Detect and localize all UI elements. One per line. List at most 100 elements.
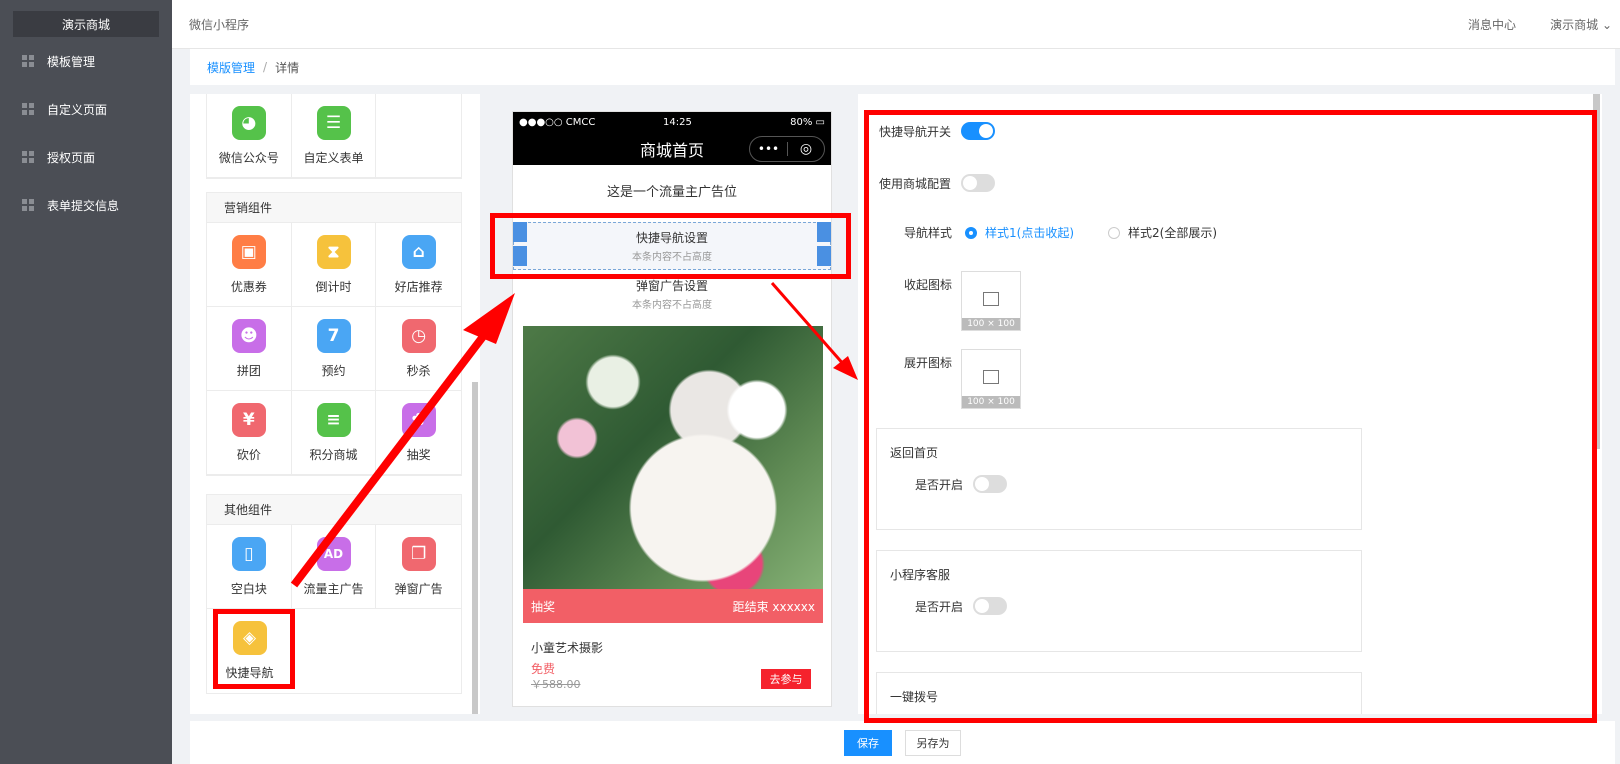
use-mall-config-row: 使用商城配置 bbox=[879, 174, 996, 192]
card-title: 小程序客服 bbox=[890, 568, 951, 582]
sidebar-item-form-submissions[interactable]: 表单提交信息 bbox=[0, 181, 172, 229]
component-blank-block[interactable]: ▯ 空白块 bbox=[207, 525, 292, 609]
page-title: 商城首页 bbox=[639, 141, 704, 160]
component-label: 秒杀 bbox=[406, 363, 431, 378]
footer-bar: 保存 另存为 bbox=[190, 721, 1615, 764]
back-home-card: 返回首页 是否开启 bbox=[876, 428, 1362, 530]
component-bargain[interactable]: ¥ 砍价 bbox=[207, 391, 292, 475]
quick-nav-block[interactable]: 快捷导航设置 本条内容不占高度 bbox=[513, 222, 831, 270]
component-label: 流量主广告 bbox=[303, 581, 364, 596]
nav-style-row: 导航样式 样式1(点击收起) 样式2(全部展示) bbox=[904, 224, 1217, 241]
countdown-label: 距结束 xxxxxx bbox=[732, 599, 815, 614]
component-label: 砍价 bbox=[236, 447, 261, 462]
component-traffic-ad[interactable]: AD 流量主广告 bbox=[291, 525, 377, 609]
component-group-buy[interactable]: ☻ 拼团 bbox=[207, 307, 292, 391]
collapse-icon-upload[interactable]: 100 × 100 bbox=[961, 271, 1021, 331]
collapse-icon-label: 收起图标 bbox=[904, 278, 953, 292]
save-as-button[interactable]: 另存为 bbox=[905, 729, 961, 756]
back-home-toggle[interactable] bbox=[973, 475, 1008, 493]
quick-nav-switch-row: 快捷导航开关 bbox=[879, 122, 996, 140]
traffic-ad-block[interactable]: 这是一个流量主广告位 bbox=[513, 165, 831, 215]
store-icon: ⌂ bbox=[401, 234, 436, 269]
mall-config-toggle[interactable] bbox=[961, 174, 996, 192]
arrow-head bbox=[833, 356, 858, 380]
component-custom-form[interactable]: ☰ 自定义表单 bbox=[291, 94, 377, 178]
brand-logo[interactable]: 演示商城 bbox=[13, 11, 159, 37]
card-title: 一键拨号 bbox=[890, 690, 939, 704]
component-label: 弹窗广告 bbox=[394, 581, 443, 596]
user-menu[interactable]: 演示商城 ⌄ bbox=[1550, 16, 1612, 33]
nav-style-option-2[interactable]: 样式2(全部展示) bbox=[1108, 224, 1217, 241]
save-button[interactable]: 保存 bbox=[844, 729, 892, 756]
close-ring-icon[interactable]: ◎ bbox=[788, 141, 824, 157]
component-wechat-official[interactable]: ◕ 微信公众号 bbox=[207, 94, 292, 178]
component-label: 快捷导航 bbox=[225, 666, 274, 680]
component-quick-nav[interactable]: ◈ 快捷导航 bbox=[207, 609, 292, 693]
lottery-bar: 抽奖 距结束 xxxxxx bbox=[523, 589, 823, 623]
component-label: 拼团 bbox=[236, 363, 261, 378]
component-label: 优惠券 bbox=[230, 279, 267, 294]
component-label: 积分商城 bbox=[309, 447, 358, 462]
component-flash-sale[interactable]: ◷ 秒杀 bbox=[376, 307, 461, 391]
quick-nav-toggle[interactable] bbox=[961, 122, 996, 140]
field-label: 快捷导航开关 bbox=[879, 124, 952, 139]
join-button[interactable]: 去参与 bbox=[761, 669, 811, 689]
ad-icon: AD bbox=[316, 536, 351, 571]
palette-scrollbar[interactable] bbox=[472, 382, 478, 714]
compass-icon: ◈ bbox=[232, 621, 267, 655]
grid-icon bbox=[22, 55, 34, 67]
miniprogram-capsule[interactable]: ••• ◎ bbox=[749, 136, 825, 162]
sidebar-item-auth-page[interactable]: 授权页面 bbox=[0, 133, 172, 181]
component-label: 倒计时 bbox=[315, 279, 352, 294]
grid-icon bbox=[22, 151, 34, 163]
message-center-link[interactable]: 消息中心 bbox=[1468, 16, 1516, 33]
component-popup-ad[interactable]: ❐ 弹窗广告 bbox=[376, 525, 461, 609]
yuan-icon: ¥ bbox=[231, 402, 266, 437]
lottery-label: 抽奖 bbox=[531, 599, 556, 614]
product-photo[interactable] bbox=[523, 326, 823, 606]
copy-icon[interactable] bbox=[513, 246, 527, 266]
move-down-icon[interactable] bbox=[817, 246, 831, 266]
app-name: 微信小程序 bbox=[189, 17, 250, 32]
sidebar-item-custom-page[interactable]: 自定义页面 bbox=[0, 85, 172, 133]
radio-selected-icon bbox=[965, 226, 978, 239]
component-label: 抽奖 bbox=[406, 447, 431, 462]
move-up-icon[interactable] bbox=[817, 222, 831, 242]
component-store-recommend[interactable]: ⌂ 好店推荐 bbox=[376, 223, 461, 307]
nav-style-option-1[interactable]: 样式1(点击收起) bbox=[965, 224, 1074, 241]
one-click-dial-card: 一键拨号 bbox=[876, 672, 1362, 714]
quick-nav-title: 快捷导航设置 bbox=[635, 231, 708, 245]
sidebar-item-template-management[interactable]: 模板管理 bbox=[0, 37, 172, 85]
component-booking[interactable]: 7 预约 bbox=[291, 307, 377, 391]
more-icon[interactable]: ••• bbox=[750, 142, 787, 156]
battery-icon: ▭ bbox=[815, 117, 825, 128]
field-label: 是否开启 bbox=[915, 599, 964, 614]
sidebar-item-label: 模板管理 bbox=[47, 54, 96, 69]
component-empty-slot bbox=[376, 94, 461, 178]
component-lottery[interactable]: ✿ 抽奖 bbox=[376, 391, 461, 475]
hourglass-icon: ⧗ bbox=[316, 234, 351, 269]
breadcrumb-link-templates[interactable]: 模版管理 bbox=[207, 59, 255, 76]
settings-scrollbar[interactable] bbox=[1593, 94, 1600, 449]
customer-service-toggle[interactable] bbox=[973, 597, 1008, 615]
component-label: 好店推荐 bbox=[394, 279, 443, 294]
group-icon: ☻ bbox=[231, 318, 266, 353]
alarm-icon: ◷ bbox=[401, 318, 436, 353]
component-countdown[interactable]: ⧗ 倒计时 bbox=[291, 223, 377, 307]
chevron-down-icon: ⌄ bbox=[1601, 17, 1612, 32]
clock-label: 14:25 bbox=[663, 117, 692, 128]
expand-icon-label: 展开图标 bbox=[904, 356, 953, 370]
popup-ad-title: 弹窗广告设置 bbox=[635, 279, 708, 293]
carrier-label: ●●●○○ CMCC bbox=[519, 117, 596, 128]
popup-ad-note: 本条内容不占高度 bbox=[632, 300, 712, 311]
popup-ad-block[interactable]: 弹窗广告设置 本条内容不占高度 bbox=[513, 272, 831, 316]
delete-icon[interactable] bbox=[513, 222, 527, 242]
field-label: 是否开启 bbox=[915, 477, 964, 492]
phone-status-bar: ●●●○○ CMCC 14:25 80% ▭ bbox=[513, 112, 831, 133]
field-label: 使用商城配置 bbox=[879, 176, 952, 191]
expand-icon-upload[interactable]: 100 × 100 bbox=[961, 349, 1021, 409]
component-points-mall[interactable]: ≡ 积分商城 bbox=[291, 391, 377, 475]
component-coupon[interactable]: ▣ 优惠券 bbox=[207, 223, 292, 307]
image-placeholder-icon bbox=[983, 292, 999, 306]
component-label: 微信公众号 bbox=[218, 150, 279, 165]
